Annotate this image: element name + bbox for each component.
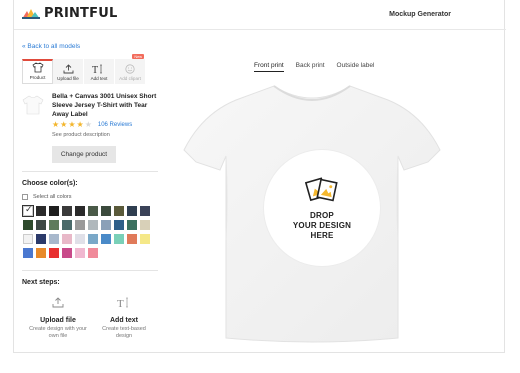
- upload-icon: [52, 297, 64, 308]
- images-icon: [305, 177, 338, 202]
- page-title: Mockup Generator: [389, 11, 451, 18]
- color-swatch[interactable]: [62, 206, 72, 216]
- product-rating: ★ ★ ★ ★ ★ 106 Reviews: [52, 121, 132, 129]
- upload-icon: [63, 64, 73, 74]
- tool-upload-label: Upload file: [57, 76, 79, 81]
- color-swatch[interactable]: [49, 248, 59, 258]
- text-icon: T: [92, 64, 102, 74]
- tool-text-label: Add text: [90, 76, 108, 81]
- color-swatch[interactable]: [101, 234, 111, 244]
- design-drop-zone[interactable]: DROP YOUR DESIGN HERE: [264, 150, 380, 266]
- tshirt-icon: [31, 62, 44, 73]
- color-swatch[interactable]: [22, 205, 34, 217]
- svg-text:T: T: [92, 65, 98, 74]
- color-swatch[interactable]: [127, 206, 137, 216]
- tool-upload[interactable]: Upload file: [53, 59, 84, 84]
- logo[interactable]: PRINTFUL: [22, 6, 117, 21]
- color-swatch[interactable]: [49, 234, 59, 244]
- color-swatch[interactable]: [127, 234, 137, 244]
- next-text-title: Add text: [110, 317, 138, 324]
- star-icon: ★: [76, 120, 84, 129]
- color-swatch[interactable]: [23, 248, 33, 258]
- color-swatch[interactable]: [49, 220, 59, 230]
- product-thumbnail: [22, 95, 44, 115]
- star-icon: ★: [52, 120, 60, 129]
- next-upload-title: Upload file: [40, 317, 76, 324]
- color-swatch[interactable]: [114, 220, 124, 230]
- tool-clipart[interactable]: New Add clipart: [115, 54, 146, 84]
- tool-text[interactable]: T Add text: [84, 59, 115, 84]
- color-swatch[interactable]: [88, 220, 98, 230]
- tool-clipart-label: Add clipart: [119, 76, 141, 81]
- back-to-models-link[interactable]: « Back to all models: [22, 43, 80, 50]
- drop-line-3: HERE: [310, 231, 334, 240]
- color-swatch[interactable]: [62, 220, 72, 230]
- select-all-colors[interactable]: Select all colors: [22, 194, 72, 200]
- smiley-icon: [125, 64, 135, 74]
- color-swatch[interactable]: [140, 220, 150, 230]
- color-swatch[interactable]: [101, 220, 111, 230]
- svg-text:T: T: [117, 298, 124, 308]
- tab-back-print[interactable]: Back print: [296, 62, 325, 72]
- next-text-subtitle: Create text-based design: [102, 326, 146, 339]
- logo-text: PRINTFUL: [44, 6, 118, 21]
- star-icon: ★: [60, 120, 68, 129]
- color-swatch[interactable]: [114, 234, 124, 244]
- next-upload-file[interactable]: Upload file Create design with your own …: [28, 295, 88, 340]
- reviews-link[interactable]: 106 Reviews: [98, 122, 132, 128]
- color-swatch[interactable]: [88, 206, 98, 216]
- color-swatch[interactable]: [127, 220, 137, 230]
- select-all-label: Select all colors: [33, 194, 72, 200]
- color-swatch[interactable]: [88, 248, 98, 258]
- color-swatch[interactable]: [75, 206, 85, 216]
- color-swatch[interactable]: [36, 206, 46, 216]
- divider: [22, 270, 158, 271]
- divider: [22, 171, 158, 172]
- drop-line-2: YOUR DESIGN: [292, 221, 352, 230]
- app-header: PRINTFUL Mockup Generator: [14, 0, 506, 30]
- color-swatch[interactable]: [36, 234, 46, 244]
- tool-product[interactable]: Product: [22, 59, 53, 84]
- tab-outside-label[interactable]: Outside label: [337, 62, 375, 72]
- product-description-link[interactable]: See product description: [52, 132, 110, 138]
- next-steps-heading: Next steps:: [22, 279, 60, 286]
- color-swatch[interactable]: [62, 248, 72, 258]
- star-icon: ★: [68, 120, 76, 129]
- drop-line-1: DROP: [310, 211, 334, 220]
- color-swatches: [22, 205, 155, 258]
- color-swatch[interactable]: [88, 234, 98, 244]
- change-product-button[interactable]: Change product: [52, 146, 116, 163]
- drop-zone-text: DROP YOUR DESIGN HERE: [293, 211, 351, 241]
- color-swatch[interactable]: [75, 248, 85, 258]
- color-swatch[interactable]: [62, 234, 72, 244]
- color-swatch[interactable]: [36, 220, 46, 230]
- color-swatch[interactable]: [23, 220, 33, 230]
- star-empty-icon: ★: [84, 120, 92, 129]
- print-tabs: Front print Back print Outside label: [254, 62, 374, 72]
- color-swatch[interactable]: [114, 206, 124, 216]
- color-swatch[interactable]: [49, 206, 59, 216]
- select-all-checkbox[interactable]: [22, 194, 28, 200]
- printful-mountains-icon: [22, 9, 40, 19]
- new-badge: New: [132, 54, 144, 59]
- text-icon: T: [117, 297, 128, 310]
- color-swatch[interactable]: [75, 220, 85, 230]
- color-swatch[interactable]: [140, 206, 150, 216]
- tool-product-label: Product: [29, 75, 46, 80]
- product-title: Bella + Canvas 3001 Unisex Short Sleeve …: [52, 93, 157, 118]
- color-swatch[interactable]: [36, 248, 46, 258]
- tool-tabs: Product Upload file T Add text New Add c…: [22, 54, 146, 84]
- color-swatch[interactable]: [140, 234, 150, 244]
- colors-heading: Choose color(s):: [22, 180, 78, 187]
- app-frame: PRINTFUL Mockup Generator « Back to all …: [13, 0, 506, 353]
- color-swatch[interactable]: [23, 234, 33, 244]
- next-add-text[interactable]: T Add text Create text-based design: [94, 295, 154, 340]
- color-swatch[interactable]: [101, 206, 111, 216]
- tab-front-print[interactable]: Front print: [254, 62, 284, 72]
- next-upload-subtitle: Create design with your own file: [29, 326, 87, 339]
- color-swatch[interactable]: [75, 234, 85, 244]
